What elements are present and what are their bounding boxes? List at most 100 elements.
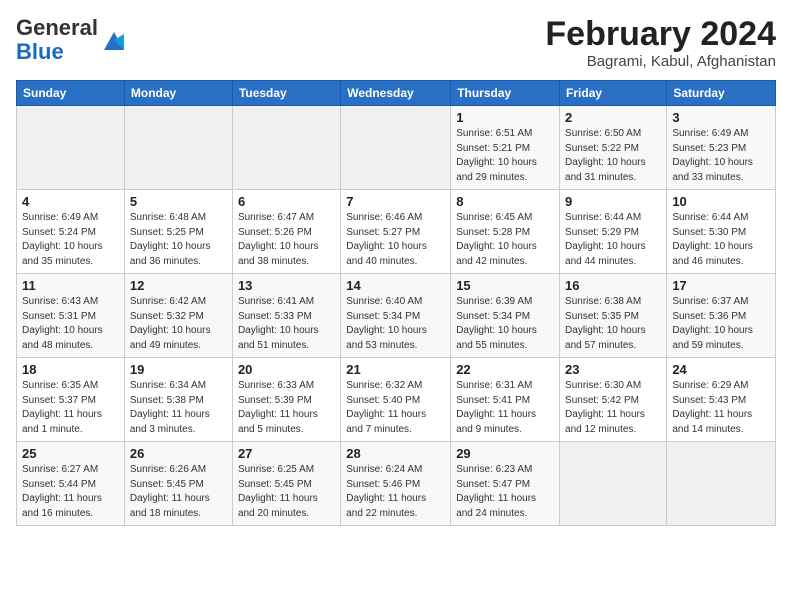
day-detail: Sunrise: 6:29 AM Sunset: 5:43 PM Dayligh…	[672, 379, 770, 437]
header: General Blue February 2024 Bagrami, Kabu…	[16, 16, 776, 70]
day-detail: Sunrise: 6:48 AM Sunset: 5:25 PM Dayligh…	[130, 211, 227, 269]
day-of-week-header: Monday	[124, 81, 232, 106]
calendar-cell: 6 Sunrise: 6:47 AM Sunset: 5:26 PM Daylig…	[232, 190, 340, 274]
day-detail: Sunrise: 6:32 AM Sunset: 5:40 PM Dayligh…	[346, 379, 445, 437]
calendar-cell: 23 Sunrise: 6:30 AM Sunset: 5:42 PM Dayli…	[560, 358, 667, 442]
day-number: 14	[346, 278, 445, 293]
day-detail: Sunrise: 6:34 AM Sunset: 5:38 PM Dayligh…	[130, 379, 227, 437]
day-number: 27	[238, 446, 335, 461]
day-number: 2	[565, 110, 661, 125]
calendar-cell: 2Sunrise: 6:50 AM Sunset: 5:22 PM Daylig…	[560, 106, 667, 190]
day-number: 28	[346, 446, 445, 461]
calendar-cell: 22 Sunrise: 6:31 AM Sunset: 5:41 PM Dayli…	[451, 358, 560, 442]
calendar-week-row: 4Sunrise: 6:49 AM Sunset: 5:24 PM Daylig…	[17, 190, 776, 274]
page: General Blue February 2024 Bagrami, Kabu…	[0, 0, 792, 612]
calendar-cell: 27Sunrise: 6:25 AM Sunset: 5:45 PM Dayli…	[232, 442, 340, 526]
calendar-week-row: 18Sunrise: 6:35 AM Sunset: 5:37 PM Dayli…	[17, 358, 776, 442]
calendar-week-row: 11 Sunrise: 6:43 AM Sunset: 5:31 PM Dayli…	[17, 274, 776, 358]
day-of-week-header: Wednesday	[341, 81, 451, 106]
day-number: 7	[346, 194, 445, 209]
day-detail: Sunrise: 6:46 AM Sunset: 5:27 PM Dayligh…	[346, 211, 445, 269]
calendar-cell	[560, 442, 667, 526]
title-block: February 2024 Bagrami, Kabul, Afghanista…	[545, 16, 776, 70]
day-detail: Sunrise: 6:41 AM Sunset: 5:33 PM Dayligh…	[238, 295, 335, 353]
day-detail: Sunrise: 6:49 AM Sunset: 5:24 PM Dayligh…	[22, 211, 119, 269]
day-of-week-header: Friday	[560, 81, 667, 106]
day-number: 16	[565, 278, 661, 293]
day-number: 17	[672, 278, 770, 293]
day-number: 21	[346, 362, 445, 377]
month-title: February 2024	[545, 16, 776, 53]
calendar-cell	[341, 106, 451, 190]
calendar-cell: 4Sunrise: 6:49 AM Sunset: 5:24 PM Daylig…	[17, 190, 125, 274]
day-of-week-header: Tuesday	[232, 81, 340, 106]
calendar-cell: 14Sunrise: 6:40 AM Sunset: 5:34 PM Dayli…	[341, 274, 451, 358]
calendar-cell: 29 Sunrise: 6:23 AM Sunset: 5:47 PM Dayli…	[451, 442, 560, 526]
day-of-week-header: Thursday	[451, 81, 560, 106]
calendar-cell	[667, 442, 776, 526]
day-detail: Sunrise: 6:43 AM Sunset: 5:31 PM Dayligh…	[22, 295, 119, 353]
day-detail: Sunrise: 6:27 AM Sunset: 5:44 PM Dayligh…	[22, 463, 119, 521]
day-of-week-header: Sunday	[17, 81, 125, 106]
day-number: 11	[22, 278, 119, 293]
day-number: 15	[456, 278, 554, 293]
day-number: 12	[130, 278, 227, 293]
day-number: 8	[456, 194, 554, 209]
calendar-cell: 8 Sunrise: 6:45 AM Sunset: 5:28 PM Daylig…	[451, 190, 560, 274]
calendar-cell: 24 Sunrise: 6:29 AM Sunset: 5:43 PM Dayli…	[667, 358, 776, 442]
calendar-cell: 15 Sunrise: 6:39 AM Sunset: 5:34 PM Dayli…	[451, 274, 560, 358]
calendar-cell: 28 Sunrise: 6:24 AM Sunset: 5:46 PM Dayli…	[341, 442, 451, 526]
day-detail: Sunrise: 6:42 AM Sunset: 5:32 PM Dayligh…	[130, 295, 227, 353]
day-detail: Sunrise: 6:39 AM Sunset: 5:34 PM Dayligh…	[456, 295, 554, 353]
day-detail: Sunrise: 6:38 AM Sunset: 5:35 PM Dayligh…	[565, 295, 661, 353]
location-title: Bagrami, Kabul, Afghanistan	[545, 53, 776, 70]
day-number: 26	[130, 446, 227, 461]
day-number: 29	[456, 446, 554, 461]
day-detail: Sunrise: 6:51 AM Sunset: 5:21 PM Dayligh…	[456, 127, 554, 185]
calendar-table: SundayMondayTuesdayWednesdayThursdayFrid…	[16, 80, 776, 526]
calendar-cell: 16 Sunrise: 6:38 AM Sunset: 5:35 PM Dayli…	[560, 274, 667, 358]
day-number: 20	[238, 362, 335, 377]
day-detail: Sunrise: 6:30 AM Sunset: 5:42 PM Dayligh…	[565, 379, 661, 437]
day-number: 1	[456, 110, 554, 125]
day-of-week-header: Saturday	[667, 81, 776, 106]
calendar-cell: 10 Sunrise: 6:44 AM Sunset: 5:30 PM Dayli…	[667, 190, 776, 274]
calendar-cell: 1 Sunrise: 6:51 AM Sunset: 5:21 PM Daylig…	[451, 106, 560, 190]
calendar-cell	[17, 106, 125, 190]
day-number: 13	[238, 278, 335, 293]
calendar-cell: 11 Sunrise: 6:43 AM Sunset: 5:31 PM Dayli…	[17, 274, 125, 358]
day-detail: Sunrise: 6:37 AM Sunset: 5:36 PM Dayligh…	[672, 295, 770, 353]
logo-icon	[100, 26, 128, 54]
day-number: 25	[22, 446, 119, 461]
day-number: 19	[130, 362, 227, 377]
calendar-week-row: 1 Sunrise: 6:51 AM Sunset: 5:21 PM Daylig…	[17, 106, 776, 190]
calendar-week-row: 25 Sunrise: 6:27 AM Sunset: 5:44 PM Dayli…	[17, 442, 776, 526]
day-number: 6	[238, 194, 335, 209]
day-number: 22	[456, 362, 554, 377]
calendar-cell: 20 Sunrise: 6:33 AM Sunset: 5:39 PM Dayli…	[232, 358, 340, 442]
day-detail: Sunrise: 6:24 AM Sunset: 5:46 PM Dayligh…	[346, 463, 445, 521]
day-detail: Sunrise: 6:45 AM Sunset: 5:28 PM Dayligh…	[456, 211, 554, 269]
calendar-cell: 18Sunrise: 6:35 AM Sunset: 5:37 PM Dayli…	[17, 358, 125, 442]
calendar-cell: 13 Sunrise: 6:41 AM Sunset: 5:33 PM Dayli…	[232, 274, 340, 358]
day-number: 24	[672, 362, 770, 377]
day-detail: Sunrise: 6:47 AM Sunset: 5:26 PM Dayligh…	[238, 211, 335, 269]
day-detail: Sunrise: 6:44 AM Sunset: 5:30 PM Dayligh…	[672, 211, 770, 269]
day-number: 10	[672, 194, 770, 209]
calendar-cell: 7 Sunrise: 6:46 AM Sunset: 5:27 PM Daylig…	[341, 190, 451, 274]
calendar-cell: 12 Sunrise: 6:42 AM Sunset: 5:32 PM Dayli…	[124, 274, 232, 358]
day-detail: Sunrise: 6:31 AM Sunset: 5:41 PM Dayligh…	[456, 379, 554, 437]
calendar-cell: 3Sunrise: 6:49 AM Sunset: 5:23 PM Daylig…	[667, 106, 776, 190]
calendar-cell: 19 Sunrise: 6:34 AM Sunset: 5:38 PM Dayli…	[124, 358, 232, 442]
day-detail: Sunrise: 6:44 AM Sunset: 5:29 PM Dayligh…	[565, 211, 661, 269]
day-number: 23	[565, 362, 661, 377]
calendar-cell: 25 Sunrise: 6:27 AM Sunset: 5:44 PM Dayli…	[17, 442, 125, 526]
day-number: 18	[22, 362, 119, 377]
day-detail: Sunrise: 6:33 AM Sunset: 5:39 PM Dayligh…	[238, 379, 335, 437]
day-detail: Sunrise: 6:26 AM Sunset: 5:45 PM Dayligh…	[130, 463, 227, 521]
day-number: 3	[672, 110, 770, 125]
calendar-cell: 17 Sunrise: 6:37 AM Sunset: 5:36 PM Dayli…	[667, 274, 776, 358]
day-detail: Sunrise: 6:23 AM Sunset: 5:47 PM Dayligh…	[456, 463, 554, 521]
calendar-header: SundayMondayTuesdayWednesdayThursdayFrid…	[17, 81, 776, 106]
calendar-cell	[232, 106, 340, 190]
